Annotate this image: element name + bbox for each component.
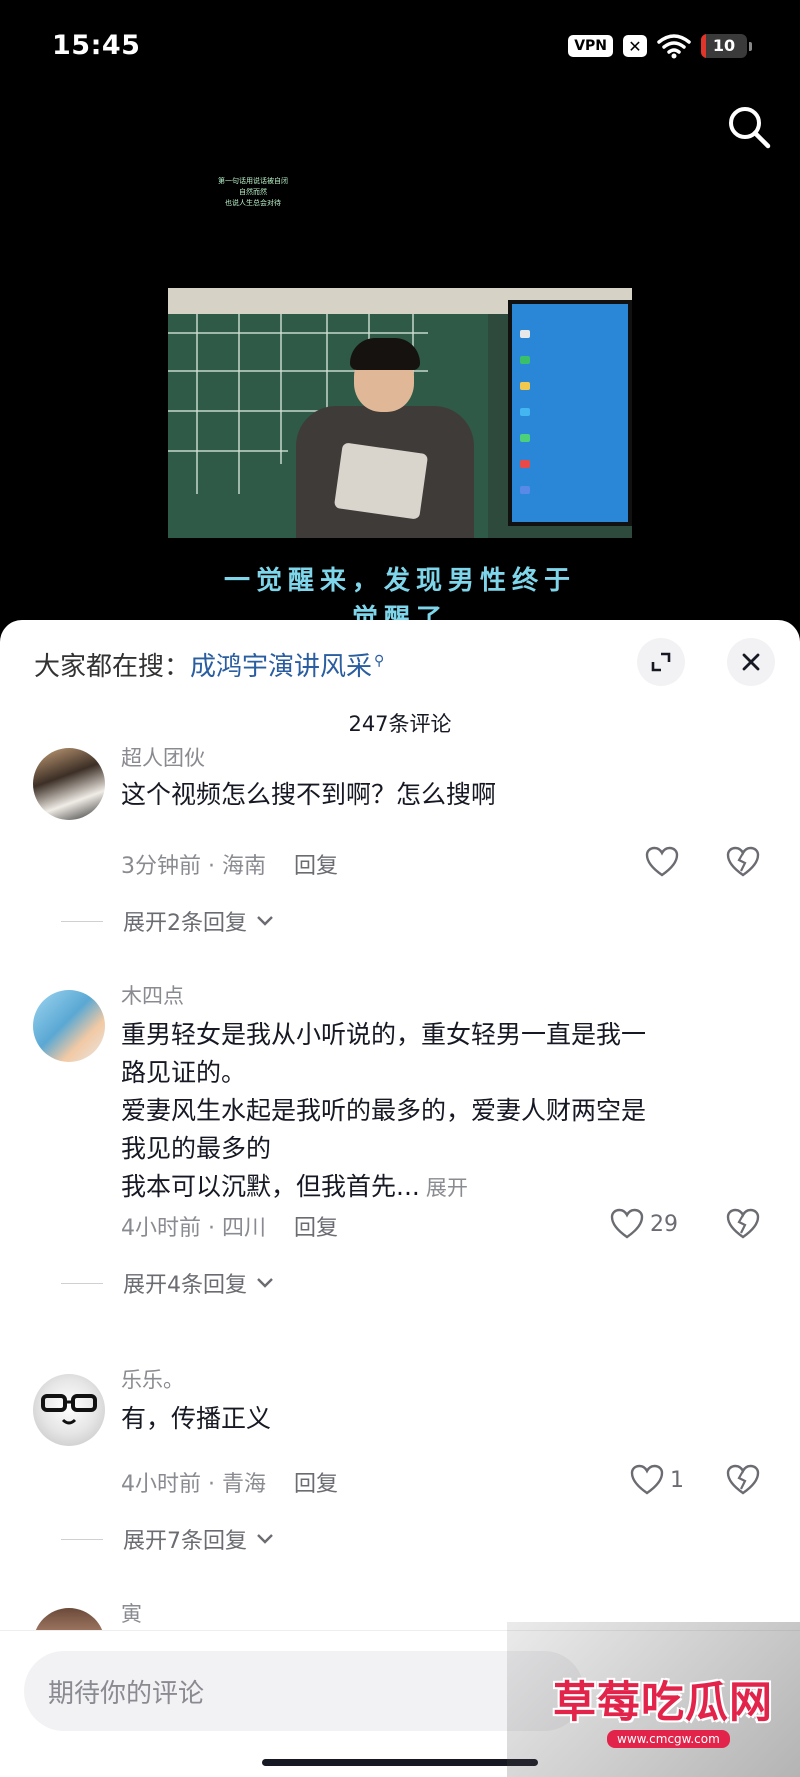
chevron-down-icon [257, 1278, 273, 1288]
comment-meta: 3分钟前 · 海南 回复 [121, 854, 339, 879]
reply-button[interactable]: 回复 [294, 1216, 338, 1241]
tiny-caption-line: 也说人生总会对待 [225, 199, 281, 207]
chevron-down-icon [257, 1534, 273, 1544]
comment-time: 4小时前 [121, 1472, 201, 1497]
comment-count: 247条评论 [348, 712, 452, 736]
status-icons: VPN ✕ 10 [568, 33, 752, 59]
like-button[interactable]: 29 [610, 1208, 678, 1240]
heart-icon [610, 1208, 644, 1239]
username[interactable]: 乐乐。 [121, 1364, 184, 1394]
comments-sheet: 大家都在搜：成鸿宇演讲风采 ⚲ 247条评论 超人团伙 这个视频怎么搜不到啊？怎么… [0, 620, 800, 1777]
status-bar: 15:45 VPN ✕ 10 [0, 0, 800, 96]
vpn-icon: VPN [568, 35, 613, 57]
comment-time: 3分钟前 [121, 854, 201, 879]
reply-button[interactable]: 回复 [294, 854, 338, 879]
replies-label: 展开4条回复 [123, 1273, 247, 1298]
close-icon [742, 653, 760, 671]
expand-replies-button[interactable]: 展开7条回复 [61, 1523, 275, 1555]
expand-text-button[interactable]: 展开 [426, 1176, 468, 1200]
video-tiny-caption: 第一句话用说话被自闭 自然而然 也说人生总会对待 [198, 176, 308, 209]
watermark-logo: 草莓吃瓜网 [553, 1678, 773, 1728]
comment-line: 我见的最多的 [121, 1134, 272, 1163]
comment-item: 超人团伙 这个视频怎么搜不到啊？怎么搜啊 3分钟前 · 海南 回复 展开2条回复 [0, 746, 800, 968]
expand-button[interactable] [637, 638, 685, 686]
comment-meta: 4小时前 · 四川 回复 [121, 1216, 339, 1241]
comment-line: 重男轻女是我从小听说的，重女轻男一直是我一 [121, 1020, 647, 1049]
trending-search: 大家都在搜：成鸿宇演讲风采 ⚲ [34, 646, 384, 683]
tablet [333, 442, 429, 520]
battery-level: 10 [712, 36, 736, 55]
classroom-monitor [508, 300, 632, 526]
wifi-icon [657, 34, 691, 59]
comment-location: 青海 [221, 1472, 266, 1497]
reply-button[interactable]: 回复 [294, 1472, 338, 1497]
tiny-caption-line: 第一句话用说话被自闭 [218, 177, 288, 185]
avatar[interactable] [33, 1374, 105, 1446]
comment-meta: 4小时前 · 青海 回复 [121, 1472, 339, 1497]
username[interactable]: 超人团伙 [121, 742, 205, 772]
expand-replies-button[interactable]: 展开4条回复 [61, 1267, 275, 1299]
comment-location: 四川 [221, 1216, 266, 1241]
heart-icon [630, 1464, 664, 1495]
glasses-face-icon [41, 1394, 97, 1425]
comment-location: 海南 [221, 854, 266, 879]
username[interactable]: 寅 [121, 1598, 142, 1628]
comment-text: 有，传播正义 [121, 1400, 761, 1438]
avatar[interactable] [33, 990, 105, 1062]
video-caption: 一觉醒来，发现男性终于 [223, 566, 576, 596]
speaker-hair [350, 338, 420, 370]
battery-icon: 10 [701, 34, 747, 58]
comment-item: 木四点 重男轻女是我从小听说的，重女轻男一直是我一 路见证的。 爱妻风生水起是我… [0, 982, 800, 1342]
comment-text: 重男轻女是我从小听说的，重女轻男一直是我一 路见证的。 爱妻风生水起是我听的最多… [121, 1016, 761, 1207]
replies-label: 展开2条回复 [123, 911, 247, 936]
chevron-down-icon [257, 916, 273, 926]
like-count: 1 [670, 1467, 684, 1493]
search-icon[interactable] [726, 104, 772, 150]
dislike-icon[interactable] [726, 846, 760, 878]
status-time: 15:45 [52, 30, 141, 61]
small-search-icon: ⚲ [374, 653, 385, 670]
comment-text: 这个视频怎么搜不到啊？怎么搜啊 [121, 776, 761, 814]
watermark: 草莓吃瓜网 www.cmcgw.com [507, 1622, 800, 1777]
avatar[interactable] [33, 748, 105, 820]
dislike-icon[interactable] [726, 1208, 760, 1240]
comment-line: 路见证的。 [121, 1058, 247, 1087]
trending-prefix: 大家都在搜： [34, 652, 191, 682]
comment-input[interactable]: 期待你的评论 [24, 1651, 584, 1731]
like-button[interactable] [645, 846, 685, 878]
expand-replies-button[interactable]: 展开2条回复 [61, 905, 275, 937]
expand-icon [651, 652, 671, 672]
video-frame [168, 288, 632, 538]
comment-line: 我本可以沉默，但我首先... [121, 1172, 420, 1201]
comment-item: 乐乐。 有，传播正义 4小时前 · 青海 回复 1 展开7条回复 [0, 1366, 800, 1576]
close-button[interactable] [727, 638, 775, 686]
replies-label: 展开7条回复 [123, 1529, 247, 1554]
close-app-badge-icon: ✕ [623, 35, 647, 57]
tiny-caption-line: 自然而然 [239, 188, 267, 196]
comment-line: 有，传播正义 [121, 1404, 272, 1433]
watermark-url: www.cmcgw.com [607, 1730, 730, 1748]
home-indicator [262, 1759, 538, 1766]
comment-time: 4小时前 [121, 1216, 201, 1241]
heart-icon [645, 846, 679, 877]
comment-line: 爱妻风生水起是我听的最多的，爱妻人财两空是 [121, 1096, 647, 1125]
comment-line: 这个视频怎么搜不到啊？怎么搜啊 [121, 780, 497, 809]
trending-query-link[interactable]: 成鸿宇演讲风采 [190, 652, 372, 682]
username[interactable]: 木四点 [121, 980, 184, 1010]
like-count: 29 [650, 1211, 678, 1237]
like-button[interactable]: 1 [630, 1464, 684, 1496]
dislike-icon[interactable] [726, 1464, 760, 1496]
